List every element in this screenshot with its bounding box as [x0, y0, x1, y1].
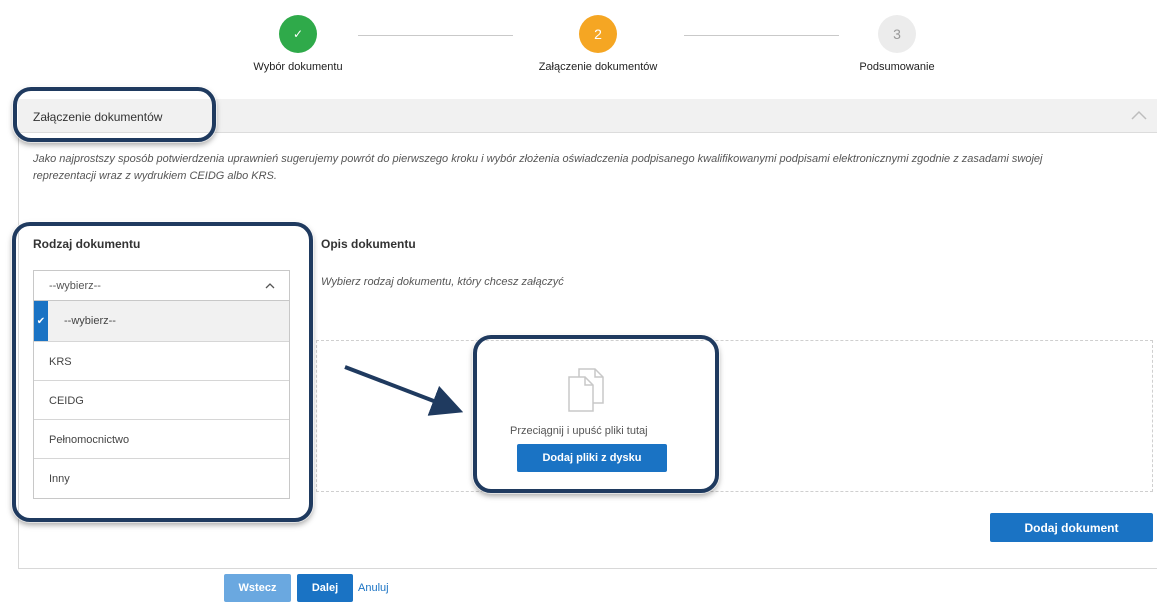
annotation-ring-upload: [473, 335, 719, 493]
cancel-link[interactable]: Anuluj: [358, 582, 389, 594]
step-3-circle: 3: [878, 15, 916, 53]
step-2-label: Załączenie dokumentów: [538, 61, 658, 73]
step-3-label: Podsumowanie: [859, 61, 935, 73]
step-3-number: 3: [893, 26, 901, 42]
back-button[interactable]: Wstecz: [224, 574, 291, 602]
step-2-circle: 2: [579, 15, 617, 53]
annotation-ring-document-type: [12, 222, 313, 522]
step-2-number: 2: [594, 26, 602, 42]
annotation-arrow-icon: [344, 365, 464, 416]
step-1-circle: ✓: [279, 15, 317, 53]
info-message: Jako najprostszy sposób potwierdzenia up…: [33, 153, 1043, 182]
chevron-up-icon[interactable]: [1130, 108, 1148, 122]
step-connector-1: [358, 35, 513, 36]
annotation-ring-section-title: [13, 87, 216, 142]
step-connector-2: [684, 35, 839, 36]
document-description-label: Opis dokumentu: [321, 237, 416, 251]
next-button[interactable]: Dalej: [297, 574, 353, 602]
step-1-label: Wybór dokumentu: [253, 61, 343, 73]
check-icon: ✓: [292, 27, 304, 41]
add-document-button[interactable]: Dodaj dokument: [990, 513, 1153, 542]
document-description-text: Wybierz rodzaj dokumentu, który chcesz z…: [321, 276, 564, 288]
